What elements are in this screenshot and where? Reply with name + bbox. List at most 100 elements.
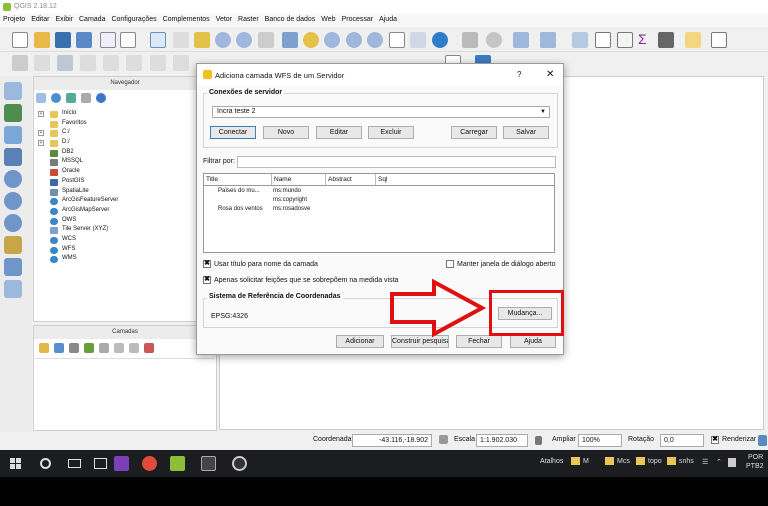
tree-item-wfs[interactable]: WFS	[38, 246, 118, 256]
terminal-icon[interactable]	[201, 456, 216, 471]
add-wfs-layer-icon[interactable]	[4, 214, 22, 232]
keep-open-checkbox[interactable]	[446, 260, 454, 268]
attribute-table-icon[interactable]	[595, 32, 611, 48]
collapse-icon[interactable]	[81, 93, 91, 103]
obs-icon[interactable]	[232, 456, 247, 471]
deselect-icon[interactable]	[540, 32, 556, 48]
measure-icon[interactable]	[486, 32, 502, 48]
chrome-icon[interactable]	[142, 456, 157, 471]
manage-visibility-icon[interactable]	[69, 343, 79, 353]
refresh-icon[interactable]	[432, 32, 448, 48]
shortcuts-label[interactable]: Atalhos	[540, 458, 563, 465]
tree-item-spatialite[interactable]: SpatiaLite	[38, 188, 118, 198]
add-raster-layer-icon[interactable]	[4, 104, 22, 122]
file-explorer-icon[interactable]	[94, 458, 107, 469]
only-overlap-checkbox[interactable]: ✖	[203, 276, 211, 284]
add-virtual-layer-icon[interactable]	[4, 258, 22, 276]
use-title-checkbox[interactable]: ✖	[203, 260, 211, 268]
zoom-native-icon[interactable]	[258, 32, 274, 48]
add-spatialite-layer-icon[interactable]	[4, 148, 22, 166]
tree-item-tileserver[interactable]: Tile Server (XYZ)	[38, 226, 118, 236]
expand-icon[interactable]: +	[38, 130, 44, 137]
toggle-edit-icon[interactable]	[34, 55, 50, 71]
layers-table[interactable]: Title Name Abstract Sql Païses do mu... …	[203, 173, 555, 253]
select-pan-icon[interactable]	[150, 32, 166, 48]
move-feature-icon[interactable]	[103, 55, 119, 71]
field-calculator-icon[interactable]	[572, 32, 588, 48]
add-delimited-text-icon[interactable]	[4, 236, 22, 254]
filter-expression-icon[interactable]	[99, 343, 109, 353]
menu-configuracoes[interactable]: Configurações	[108, 14, 159, 23]
filter-icon[interactable]	[66, 93, 76, 103]
tree-item-arcgismapserver[interactable]: ArcGisMapServer	[38, 207, 118, 217]
add-wms-layer-icon[interactable]	[4, 170, 22, 188]
add-vector-layer-icon[interactable]	[4, 82, 22, 100]
col-sql[interactable]: Sql	[376, 174, 554, 186]
network-icon[interactable]	[728, 458, 736, 467]
statistics-icon[interactable]	[617, 32, 633, 48]
cut-icon[interactable]	[173, 55, 189, 71]
folder-m[interactable]: M	[583, 458, 589, 465]
menu-banco-de-dados[interactable]: Banco de dados	[262, 14, 319, 23]
folder-topo[interactable]: topo	[648, 458, 662, 465]
zoom-selection-icon[interactable]	[303, 32, 319, 48]
select-features-icon[interactable]	[513, 32, 529, 48]
tree-item-postgis[interactable]: PostGIS	[38, 178, 118, 188]
row-2-name[interactable]: ms:copyright	[273, 197, 307, 203]
onenote-icon[interactable]	[114, 456, 129, 471]
row-3-name[interactable]: ms:rosadosve	[273, 206, 310, 212]
folder-snhs[interactable]: snhs	[679, 458, 694, 465]
tree-item-wcs[interactable]: WCS	[38, 236, 118, 246]
scale-combo[interactable]: 1:1.902.030	[476, 434, 528, 447]
zoom-layer-icon[interactable]	[324, 32, 340, 48]
delete-selected-icon[interactable]	[150, 55, 166, 71]
add-wcs-layer-icon[interactable]	[4, 192, 22, 210]
menu-exibir[interactable]: Exibir	[52, 14, 76, 23]
filter-legend-icon[interactable]	[84, 343, 94, 353]
windows-start-icon[interactable]	[10, 458, 21, 469]
tree-item-arcgisfeatureserver[interactable]: ArcGisFeatureServer	[38, 197, 118, 207]
wifi-icon[interactable]: ☰	[702, 458, 708, 466]
menu-camada[interactable]: Camada	[76, 14, 108, 23]
task-view-icon[interactable]	[68, 459, 81, 468]
close-icon[interactable]: ✕	[546, 69, 554, 80]
menu-web[interactable]: Web	[318, 14, 338, 23]
save-project-icon[interactable]	[55, 32, 71, 48]
tree-item-db2[interactable]: DB2	[38, 149, 118, 159]
menu-ajuda[interactable]: Ajuda	[376, 14, 400, 23]
new-button[interactable]: Novo	[263, 126, 309, 139]
col-abstract[interactable]: Abstract	[326, 174, 376, 186]
row-3-title[interactable]: Rosa dos ventos	[218, 206, 263, 212]
delete-button[interactable]: Excluir	[368, 126, 414, 139]
col-name[interactable]: Name	[272, 174, 326, 186]
zoom-full-icon[interactable]	[282, 32, 298, 48]
save-button[interactable]: Salvar	[503, 126, 549, 139]
zoom-next-icon[interactable]	[367, 32, 383, 48]
new-project-icon[interactable]	[12, 32, 28, 48]
zoom-in-icon[interactable]	[215, 32, 231, 48]
pan-hand-icon[interactable]	[173, 32, 189, 48]
tray-chevron-icon[interactable]: ⌃	[716, 458, 722, 466]
folder-mcs[interactable]: Mcs	[617, 458, 630, 465]
layers-list[interactable]	[35, 358, 215, 430]
bookmark-icon[interactable]	[410, 32, 426, 48]
map-tips-icon[interactable]	[685, 32, 701, 48]
qgis-taskbar-icon[interactable]	[170, 456, 185, 471]
filter-input[interactable]	[237, 156, 556, 168]
add-postgis-layer-icon[interactable]	[4, 126, 22, 144]
tree-item-ows[interactable]: OWS	[38, 217, 118, 227]
menu-editar[interactable]: Editar	[28, 14, 52, 23]
open-project-icon[interactable]	[34, 32, 50, 48]
menu-processar[interactable]: Processar	[339, 14, 377, 23]
composer-manager-icon[interactable]	[120, 32, 136, 48]
expand-icon[interactable]: +	[38, 111, 44, 117]
load-button[interactable]: Carregar	[451, 126, 497, 139]
menu-raster[interactable]: Raster	[235, 14, 262, 23]
zoom-last-icon[interactable]	[346, 32, 362, 48]
node-tool-icon[interactable]	[126, 55, 142, 71]
coordinate-field[interactable]: -43.116,-18.902	[352, 434, 432, 447]
tree-item-d[interactable]: + D:/	[38, 139, 118, 149]
messages-icon[interactable]	[758, 435, 767, 446]
sigma-icon[interactable]: Σ	[638, 31, 647, 47]
menu-projeto[interactable]: Projeto	[0, 14, 28, 23]
